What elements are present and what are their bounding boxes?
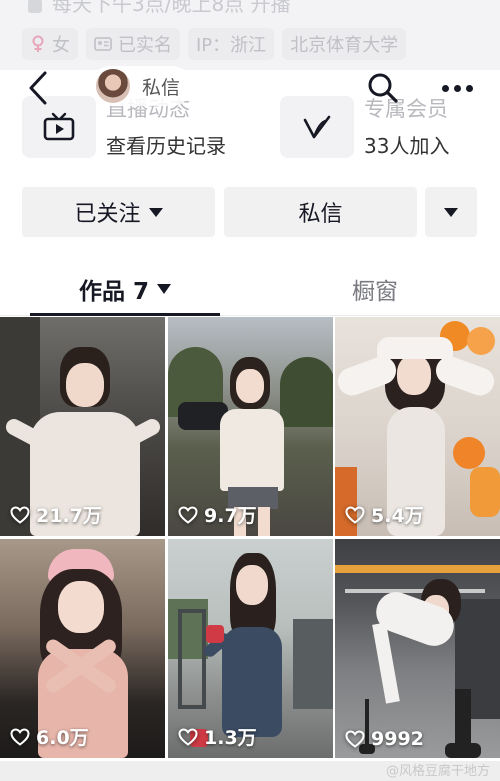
member-entry-subtitle: 33人加入 (364, 134, 450, 158)
heart-outline-icon (345, 505, 365, 524)
heart-outline-icon (10, 505, 30, 524)
active-tab-indicator (30, 313, 220, 316)
heart-outline-icon (345, 730, 365, 748)
more-options-button[interactable] (432, 68, 482, 108)
more-dot-icon (465, 84, 473, 92)
live-entry-subtitle: 查看历史记录 (106, 134, 226, 158)
search-icon (368, 73, 398, 103)
heart-outline-icon (178, 505, 198, 524)
avatar (94, 67, 132, 105)
message-button[interactable]: 私信 (224, 187, 417, 237)
tab-works-label: 作品 7 (78, 279, 149, 305)
back-arrow-icon (29, 71, 47, 105)
like-count: 1.3万 (178, 723, 257, 750)
like-count: 6.0万 (10, 723, 89, 750)
like-count: 9.7万 (178, 501, 257, 528)
content-tabs: 作品 7 橱窗 (0, 262, 500, 316)
tab-shop-label: 橱窗 (352, 279, 398, 305)
tag-gender-label: 女 (52, 35, 70, 56)
tag-ip: IP：浙江 (188, 28, 275, 60)
more-actions-dropdown[interactable] (425, 187, 477, 237)
tag-verified: 已实名 (86, 28, 180, 60)
like-count-text: 6.0万 (36, 727, 89, 749)
heart-outline-icon (10, 727, 30, 746)
followed-label: 已关注 (74, 202, 141, 227)
caret-down-icon (148, 207, 163, 217)
video-thumbnail[interactable]: 9992 (335, 539, 500, 758)
search-button[interactable] (364, 68, 402, 108)
next-row-peek: @风格豆腐干地方 (0, 761, 500, 781)
id-card-icon (94, 37, 112, 51)
heart-outline-icon (178, 727, 198, 746)
tag-gender: 女 (22, 28, 78, 60)
more-dot-icon (453, 84, 461, 92)
followed-button[interactable]: 已关注 (22, 187, 215, 237)
like-count: 21.7万 (10, 501, 102, 528)
tag-school-label: 北京体育大学 (290, 35, 399, 56)
watermark: @风格豆腐干地方 (385, 764, 490, 779)
tab-works[interactable]: 作品 7 (0, 262, 250, 316)
like-count: 9992 (345, 728, 424, 750)
like-count-text: 9992 (371, 728, 424, 750)
video-thumbnail[interactable]: 5.4万 (335, 317, 500, 536)
v-badge-icon (303, 115, 331, 139)
nav-message-label: 私信 (142, 76, 181, 99)
video-thumbnail[interactable]: 9.7万 (168, 317, 333, 536)
more-dot-icon (441, 84, 449, 92)
tag-ip-label: IP：浙江 (196, 35, 267, 56)
tag-verified-label: 已实名 (118, 35, 172, 56)
female-icon (32, 35, 44, 52)
tv-play-icon (43, 112, 75, 141)
like-count-text: 9.7万 (204, 505, 257, 527)
calendar-icon (28, 0, 42, 13)
caret-down-icon (157, 284, 171, 294)
like-count-text: 21.7万 (36, 505, 102, 527)
caret-down-icon (444, 207, 458, 217)
profile-tags: 女 已实名 IP：浙江 北京体育大学 (22, 28, 407, 60)
message-label: 私信 (298, 202, 343, 227)
tab-shop[interactable]: 橱窗 (250, 262, 500, 316)
video-thumbnail[interactable]: 6.0万 (0, 539, 165, 758)
live-schedule: 每天下午3点/晚上8点 开播 (28, 0, 291, 17)
video-thumbnail[interactable]: 21.7万 (0, 317, 165, 536)
tag-school: 北京体育大学 (282, 28, 407, 60)
video-thumbnail[interactable]: 1.3万 (168, 539, 333, 758)
live-schedule-text: 每天下午3点/晚上8点 开播 (52, 0, 291, 16)
top-nav-bar: 私信 (0, 62, 500, 114)
video-grid: 21.7万 9.7万 5.4万 6.0万 1.3万 9992 (0, 317, 500, 781)
like-count-text: 1.3万 (204, 727, 257, 749)
like-count: 5.4万 (345, 501, 424, 528)
like-count-text: 5.4万 (371, 505, 424, 527)
action-row: 已关注 私信 (0, 187, 500, 237)
nav-message-chip[interactable]: 私信 (90, 66, 193, 106)
video-cover-image (335, 539, 500, 758)
profile-header-strip: 每天下午3点/晚上8点 开播 女 已实名 IP：浙江 北京体育大学 (0, 0, 500, 70)
back-button[interactable] (20, 68, 56, 108)
